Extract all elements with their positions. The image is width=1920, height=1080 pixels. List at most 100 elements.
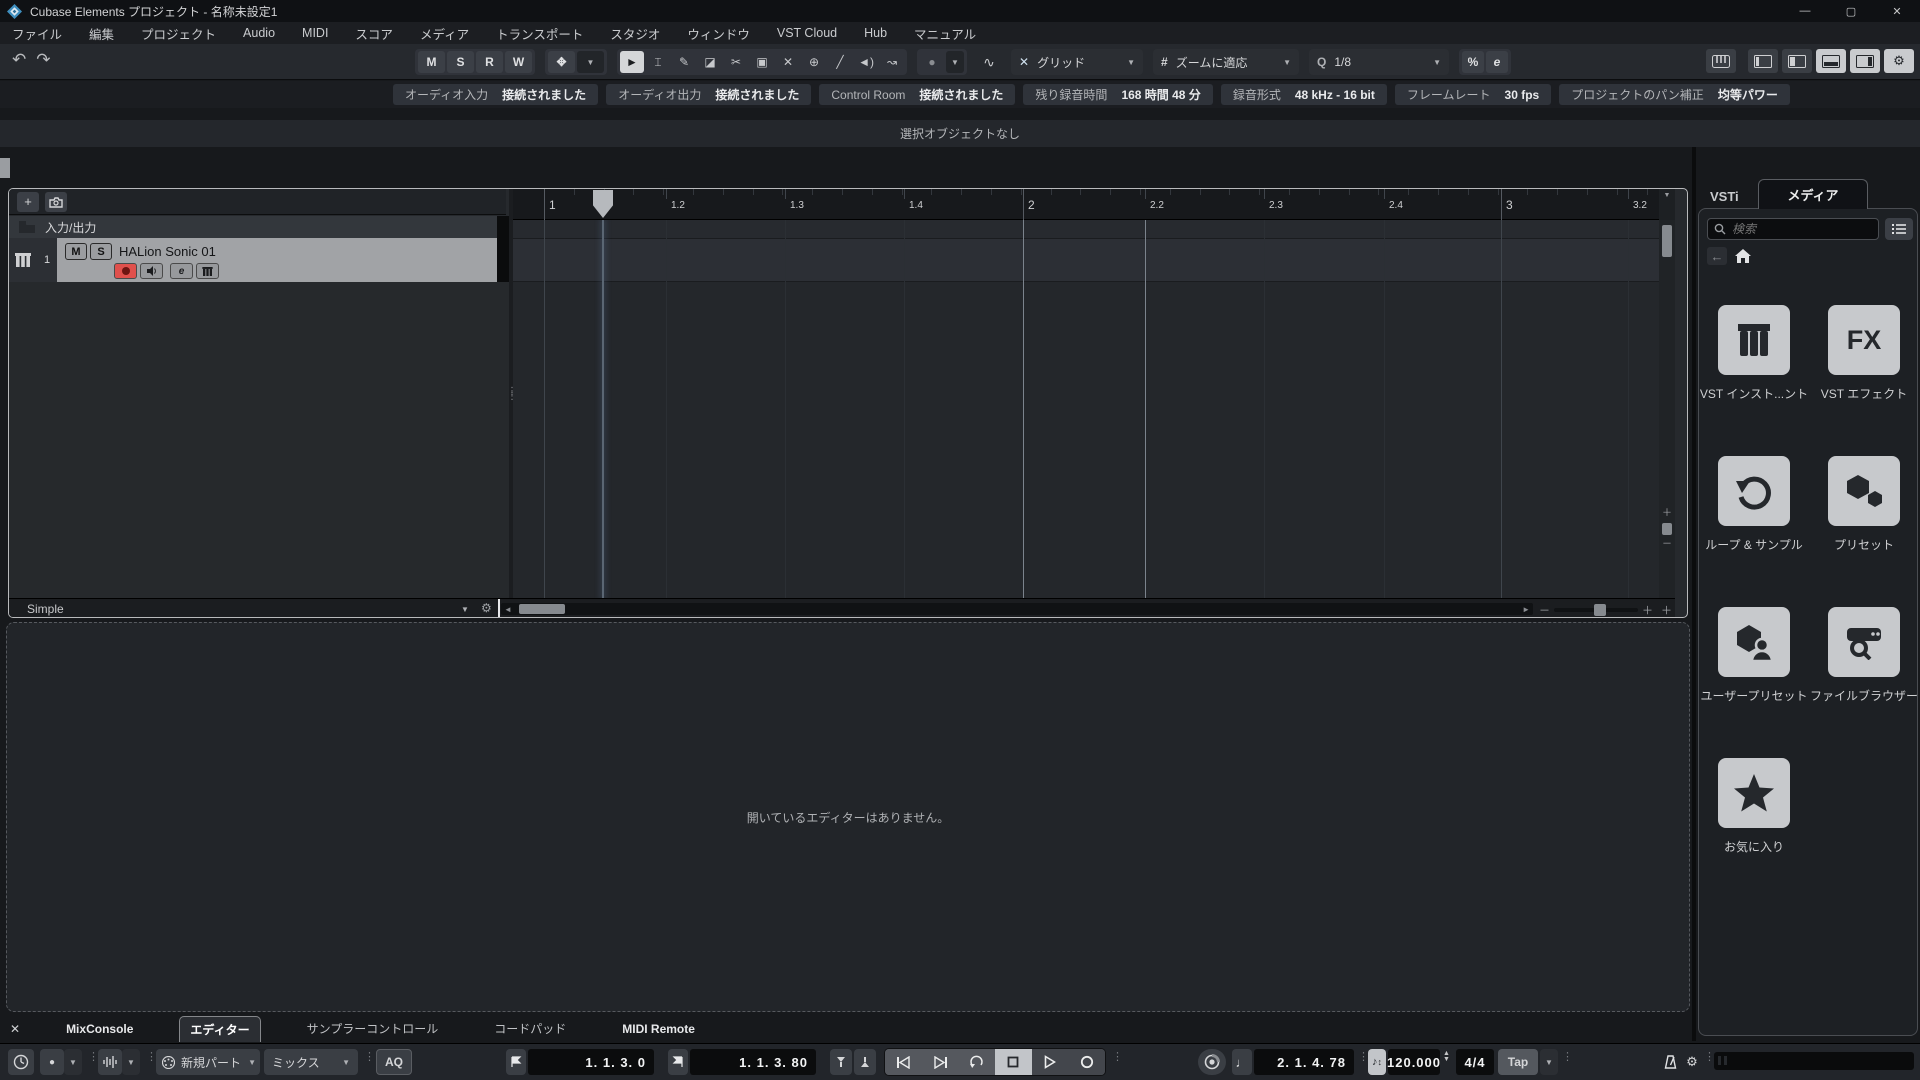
jog-shuttle-icon[interactable] [1198, 1049, 1226, 1075]
menu-item-4[interactable]: MIDI [302, 26, 328, 40]
tool-glue[interactable]: ▣ [750, 51, 774, 73]
menu-item-1[interactable]: 編集 [89, 24, 114, 43]
metronome-setup-gear-icon[interactable]: ⚙ [1682, 1049, 1702, 1075]
info-chip-1[interactable]: オーディオ出力 接続されました [606, 84, 812, 105]
zoom-preset-icon[interactable]: ＋ [1661, 602, 1672, 617]
toggle-right-zone-button[interactable] [1850, 49, 1880, 73]
go-to-next-marker-button[interactable] [921, 1049, 959, 1075]
record-mode-icon[interactable]: ● [40, 1049, 64, 1075]
track-list-empty-area[interactable] [9, 282, 509, 598]
menu-item-0[interactable]: ファイル [12, 24, 62, 43]
track-solo-button[interactable]: S [90, 243, 112, 260]
minimize-button[interactable]: — [1782, 0, 1828, 22]
color-menu-dropdown[interactable]: ▼ [946, 51, 964, 73]
automation-s-button[interactable]: S [447, 51, 474, 73]
midi-mix-mode-dropdown[interactable]: ミックス ▼ [264, 1049, 358, 1075]
instrument-icon[interactable] [196, 263, 219, 279]
lower-zone-tab-3[interactable]: コードパッド [484, 1016, 576, 1041]
media-search-box[interactable] [1707, 218, 1879, 240]
time-format-note-icon[interactable]: ♩ [1232, 1049, 1252, 1075]
scroll-right-icon[interactable]: ► [1522, 605, 1530, 614]
info-chip-2[interactable]: Control Room 接続されました [819, 84, 1016, 105]
media-list-view-button[interactable] [1885, 218, 1913, 240]
tap-tempo-button[interactable]: Tap [1498, 1049, 1538, 1075]
toggle-inspector-button[interactable] [1782, 49, 1812, 73]
undo-icon[interactable]: ↶ [12, 50, 26, 70]
color-menu-button[interactable]: ● [920, 51, 944, 73]
workspace-keyboard-icon[interactable] [1706, 49, 1736, 73]
audio-record-mode-icon[interactable] [98, 1049, 122, 1075]
menu-item-9[interactable]: ウィンドウ [687, 24, 750, 43]
tempo-display[interactable]: 120.000 [1387, 1049, 1440, 1075]
left-divider-handle[interactable] [0, 158, 10, 178]
automation-w-button[interactable]: W [505, 51, 532, 73]
lower-zone-tab-2[interactable]: サンプラーコントロール [297, 1016, 449, 1041]
toggle-lower-zone-button[interactable] [1816, 49, 1846, 73]
zoom-out-icon[interactable]: － [1539, 602, 1550, 617]
preset-dropdown-caret[interactable]: ▼ [461, 605, 469, 614]
maximize-button[interactable]: ▢ [1828, 0, 1874, 22]
toggle-left-zone-button[interactable] [1748, 49, 1778, 73]
menu-item-10[interactable]: VST Cloud [777, 26, 837, 40]
menu-item-7[interactable]: トランスポート [496, 24, 583, 43]
instrument-track-row[interactable]: 1 M S HALion Sonic 01 e [9, 238, 497, 282]
record-enable-button[interactable] [114, 263, 137, 279]
redo-icon[interactable]: ↷ [36, 50, 50, 70]
edit-instrument-button[interactable]: e [170, 263, 193, 279]
record-mode-dropdown[interactable]: ▼ [64, 1049, 82, 1075]
add-track-button[interactable]: + [17, 191, 39, 212]
auto-scroll-button[interactable]: ∿ [977, 51, 1001, 73]
tool-draw[interactable]: ✎ [672, 51, 696, 73]
track-setup-gear-icon[interactable]: ⚙ [481, 601, 492, 615]
media-back-icon[interactable]: ← [1707, 247, 1727, 265]
menu-item-11[interactable]: Hub [864, 26, 887, 40]
zoom-in-icon[interactable]: ＋ [1642, 602, 1653, 617]
close-lower-zone-icon[interactable]: ✕ [10, 1022, 20, 1036]
vertical-scroll-thumb[interactable] [1662, 225, 1672, 257]
folder-track-lane[interactable] [513, 220, 1659, 238]
lower-zone-tab-0[interactable]: MixConsole [56, 1018, 143, 1040]
menu-item-6[interactable]: メディア [420, 24, 469, 43]
track-name[interactable]: HALion Sonic 01 [119, 244, 216, 259]
swing-quantize-button[interactable]: % [1462, 51, 1484, 73]
time-position-display[interactable]: 2. 1. 4. 78 [1254, 1049, 1354, 1075]
auto-quantize-button[interactable]: AQ [376, 1049, 412, 1075]
tool-erase[interactable]: ◪ [698, 51, 722, 73]
lower-zone-tab-1[interactable]: エディター [179, 1015, 261, 1042]
monitor-button[interactable] [140, 263, 163, 279]
horizontal-zoom-controls[interactable]: － ＋ [1539, 602, 1653, 617]
right-locator-display[interactable]: 1. 1. 3. 80 [690, 1049, 816, 1075]
horizontal-scrollbar[interactable]: ◄ ► [501, 603, 1533, 615]
automation-r-button[interactable]: R [476, 51, 503, 73]
playhead-marker[interactable] [593, 190, 613, 218]
snap-icon[interactable]: ✕ [1019, 55, 1029, 69]
audio-record-mode-dropdown[interactable]: ▼ [122, 1049, 140, 1075]
go-to-previous-marker-button[interactable] [885, 1049, 922, 1075]
instrument-track-lane[interactable] [513, 238, 1659, 282]
lower-zone-tab-4[interactable]: MIDI Remote [612, 1018, 705, 1040]
vertical-scrollbar[interactable]: ＋－ [1659, 220, 1675, 598]
close-button[interactable]: ✕ [1874, 0, 1920, 22]
time-display-mode-button[interactable] [8, 1049, 34, 1075]
tool-color[interactable]: ↝ [880, 51, 904, 73]
media-tile-user-preset[interactable] [1718, 607, 1790, 677]
info-chip-4[interactable]: 録音形式 48 kHz - 16 bit [1220, 84, 1387, 105]
midi-record-mode-dropdown[interactable]: 新規パート ▼ [156, 1049, 260, 1075]
tool-line[interactable]: ╱ [828, 51, 852, 73]
quantize-dropdown[interactable]: Q 1/8 ▼ [1309, 49, 1449, 75]
track-mute-button[interactable]: M [65, 243, 87, 260]
folder-track-row[interactable]: 入力/出力 [9, 216, 497, 238]
lower-zone-editor[interactable]: 開いているエディターはありません。 [6, 622, 1690, 1012]
setup-toolbar-gear-icon[interactable]: ⚙ [1884, 49, 1914, 73]
media-search-input[interactable] [1732, 222, 1862, 236]
tempo-spinner[interactable]: ▲ ▼ [1443, 1050, 1450, 1063]
media-tile-fx[interactable]: FX [1828, 305, 1900, 375]
tool-object-selection[interactable]: ► [620, 51, 644, 73]
cycle-button[interactable] [958, 1049, 996, 1075]
media-tile-file-browser[interactable] [1828, 607, 1900, 677]
menu-item-8[interactable]: スタジオ [610, 24, 660, 43]
info-chip-3[interactable]: 残り録音時間 168 時間 48 分 [1023, 84, 1213, 105]
tab-media[interactable]: メディア [1758, 179, 1868, 209]
time-signature-display[interactable]: 4/4 [1456, 1049, 1494, 1075]
info-chip-0[interactable]: オーディオ入力 接続されました [393, 84, 599, 105]
